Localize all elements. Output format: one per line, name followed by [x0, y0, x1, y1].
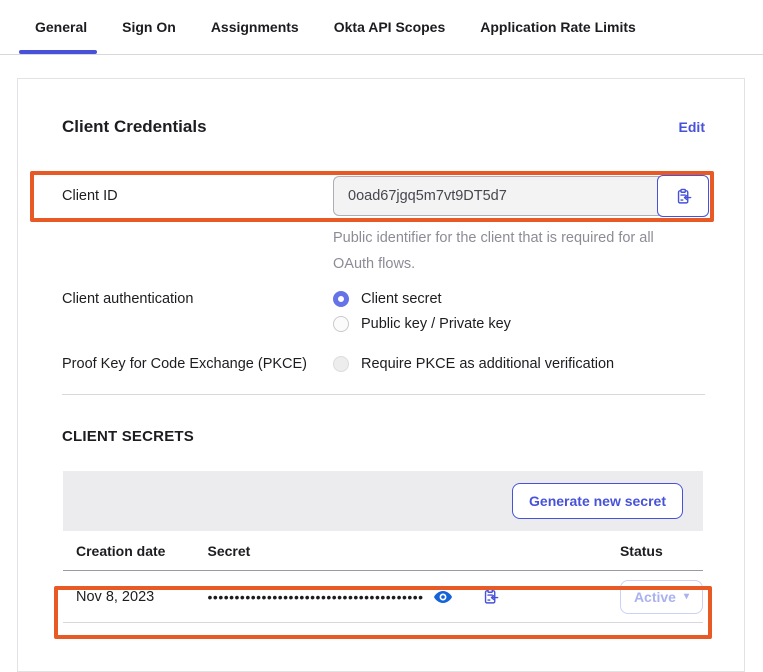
section-divider — [62, 394, 705, 395]
client-credentials-header: Client Credentials Edit — [62, 117, 705, 137]
pkce-option-label: Require PKCE as additional verification — [361, 356, 614, 372]
tab-sign-on[interactable]: Sign On — [122, 0, 176, 54]
secret-cell: •••••••••••••••••••••••••••••••••••••••• — [208, 588, 607, 605]
tab-assignments[interactable]: Assignments — [211, 0, 299, 54]
app-tabbar: General Sign On Assignments Okta API Sco… — [0, 0, 763, 55]
copy-secret-button[interactable] — [482, 588, 499, 605]
tab-general[interactable]: General — [35, 0, 87, 54]
creation-date-cell: Nov 8, 2023 — [63, 571, 195, 623]
masked-secret-value: •••••••••••••••••••••••••••••••••••••••• — [208, 590, 424, 604]
radio-option-client-secret[interactable]: Client secret — [333, 291, 705, 307]
client-id-label: Client ID — [62, 188, 333, 204]
generate-new-secret-button[interactable]: Generate new secret — [512, 483, 683, 519]
radio-option-public-private-key[interactable]: Public key / Private key — [333, 316, 705, 332]
client-id-row: Client ID — [62, 175, 705, 217]
client-id-help-text: Public identifier for the client that is… — [333, 225, 681, 277]
column-header-creation-date: Creation date — [63, 531, 195, 571]
eye-icon — [434, 590, 452, 604]
client-id-input[interactable] — [333, 176, 659, 216]
tab-okta-api-scopes[interactable]: Okta API Scopes — [334, 0, 446, 54]
client-secrets-panel: Generate new secret Creation date Secret… — [63, 471, 703, 623]
okta-app-settings-page: { "tabs": [ { "label": "General", "activ… — [0, 0, 763, 672]
client-authentication-label: Client authentication — [62, 291, 333, 307]
tab-application-rate-limits[interactable]: Application Rate Limits — [480, 0, 636, 54]
column-header-secret: Secret — [195, 531, 607, 571]
pkce-row: Proof Key for Code Exchange (PKCE) Requi… — [62, 356, 705, 372]
pkce-label: Proof Key for Code Exchange (PKCE) — [62, 356, 333, 372]
client-id-input-group — [333, 175, 709, 217]
reveal-secret-button[interactable] — [434, 590, 452, 604]
pkce-option[interactable]: Require PKCE as additional verification — [333, 356, 705, 372]
radio-unselected-icon[interactable] — [333, 316, 349, 332]
radio-option-label: Client secret — [361, 291, 442, 307]
table-row: Nov 8, 2023 ••••••••••••••••••••••••••••… — [63, 571, 703, 623]
caret-down-icon: ▾ — [684, 591, 689, 602]
client-secrets-title: CLIENT SECRETS — [62, 428, 705, 445]
client-secrets-table: Creation date Secret Status Nov 8, 2023 … — [63, 531, 703, 623]
copy-icon — [482, 588, 499, 605]
client-credentials-card: Client Credentials Edit Client ID — [17, 78, 745, 672]
status-label: Active — [634, 589, 676, 605]
edit-link[interactable]: Edit — [679, 119, 705, 135]
client-authentication-row: Client authentication Client secret Publ… — [62, 291, 705, 332]
column-header-status: Status — [607, 531, 703, 571]
checkbox-unchecked-icon[interactable] — [333, 356, 349, 372]
table-header-row: Creation date Secret Status — [63, 531, 703, 571]
client-credentials-title: Client Credentials — [62, 117, 207, 137]
status-dropdown-button[interactable]: Active ▾ — [620, 580, 703, 614]
radio-option-label: Public key / Private key — [361, 316, 511, 332]
radio-selected-icon[interactable] — [333, 291, 349, 307]
copy-icon — [675, 188, 692, 205]
copy-client-id-button[interactable] — [657, 175, 709, 217]
client-secrets-toolbar: Generate new secret — [63, 471, 703, 531]
